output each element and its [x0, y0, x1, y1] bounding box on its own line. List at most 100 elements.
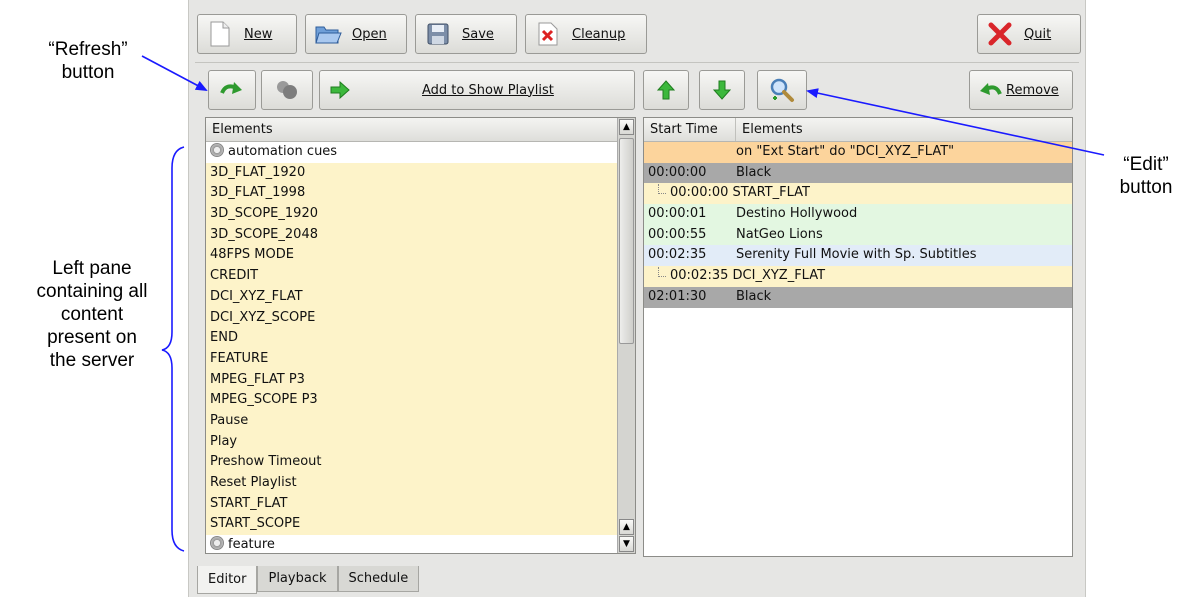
group-icon: [273, 76, 301, 104]
elements-column-header[interactable]: Elements: [736, 118, 1072, 141]
refresh-arrow-icon: [218, 76, 246, 104]
start-time-column-header[interactable]: Start Time: [644, 118, 736, 141]
save-button[interactable]: Save: [415, 14, 517, 54]
move-up-button[interactable]: [643, 70, 689, 110]
element-row[interactable]: 48FPS MODE: [206, 245, 617, 267]
playlist-row[interactable]: 02:01:30 Black: [644, 286, 1072, 308]
playlist-row[interactable]: 00:00:01 Destino Hollywood: [644, 204, 1072, 225]
left-pane-annotation-line1: Left pane: [52, 258, 132, 279]
playlist-row-nested-element: 00:02:35 DCI_XYZ_FLAT: [644, 266, 825, 287]
playlist-editor-window: New Open Save Cleanup Quit Add to Show P…: [188, 0, 1086, 597]
element-row[interactable]: START_FLAT: [206, 493, 617, 515]
playlist-row[interactable]: 00:00:00 START_FLAT: [644, 183, 1072, 205]
playlist-start-time: 02:01:30: [648, 288, 707, 304]
move-down-button[interactable]: [699, 70, 745, 110]
scroll-up-arrow-icon[interactable]: ▲: [619, 519, 634, 535]
refresh-button[interactable]: [208, 70, 256, 110]
edit-button[interactable]: [757, 70, 807, 110]
show-playlist-pane[interactable]: Start Time Elements on "Ext Start" do "D…: [643, 117, 1073, 557]
element-row[interactable]: CREDIT: [206, 266, 617, 287]
tab-schedule[interactable]: Schedule: [337, 566, 420, 592]
quit-x-icon: [986, 20, 1014, 48]
server-elements-pane[interactable]: Elements automation cues 3D_FLAT_1920 3D_F…: [205, 117, 636, 554]
tree-connector-icon: [658, 267, 666, 278]
scroll-up-arrow-icon[interactable]: ▲: [619, 119, 634, 135]
cleanup-label: Cleanup: [572, 26, 626, 42]
add-arrow-icon: [326, 76, 354, 104]
element-label: 3D_FLAT_1998: [210, 185, 306, 201]
element-label: feature: [228, 537, 275, 553]
element-row[interactable]: FEATURE: [206, 348, 617, 370]
element-row[interactable]: START_SCOPE: [206, 514, 617, 536]
element-label: FEATURE: [210, 350, 269, 366]
element-label: Pause: [210, 412, 249, 428]
playlist-element-label: Serenity Full Movie with Sp. Subtitles: [736, 247, 977, 263]
element-row[interactable]: MPEG_FLAT P3: [206, 369, 617, 391]
gear-icon: [210, 143, 224, 157]
playlist-row[interactable]: 00:02:35 Serenity Full Movie with Sp. Sub…: [644, 245, 1072, 267]
playlist-header: Start Time Elements: [644, 118, 1072, 142]
add-to-show-playlist-button[interactable]: Add to Show Playlist: [319, 70, 635, 110]
element-row[interactable]: 3D_FLAT_1920: [206, 162, 617, 184]
playlist-element-label: 00:00:00 START_FLAT: [670, 185, 810, 201]
remove-button[interactable]: Remove: [969, 70, 1073, 110]
element-row[interactable]: 3D_SCOPE_2048: [206, 224, 617, 246]
playlist-element-label: 00:02:35 DCI_XYZ_FLAT: [670, 268, 826, 284]
playlist-row[interactable]: 00:00:00 Black: [644, 162, 1072, 184]
element-label: Reset Playlist: [210, 475, 297, 490]
cleanup-button[interactable]: Cleanup: [525, 14, 647, 54]
playlist-start-time: 00:00:00: [648, 164, 707, 180]
left-pane-annotation-line4: present on: [47, 327, 137, 348]
edit-annotation-line1: “Edit”: [1123, 154, 1169, 175]
left-pane-annotation: Left pane containing all content present…: [14, 257, 170, 372]
element-label: 3D_SCOPE_2048: [210, 226, 318, 242]
element-row[interactable]: Preshow Timeout: [206, 452, 617, 473]
element-row[interactable]: Play: [206, 431, 617, 453]
element-row[interactable]: END: [206, 328, 617, 349]
element-row[interactable]: Reset Playlist: [206, 473, 617, 494]
element-row[interactable]: DCI_XYZ_FLAT: [206, 286, 617, 308]
element-label: START_SCOPE: [210, 516, 301, 532]
playlist-row[interactable]: 00:00:55 NatGeo Lions: [644, 224, 1072, 246]
film-reel-icon: [210, 536, 224, 551]
left-scrollbar[interactable]: ▲ ▲ ▼: [617, 118, 635, 553]
refresh-annotation-line2: button: [61, 62, 115, 83]
scroll-down-arrow-icon[interactable]: ▼: [619, 536, 634, 552]
tab-editor[interactable]: Editor: [197, 566, 258, 594]
left-pane-annotation-line2: containing all: [36, 281, 148, 302]
open-folder-icon: [314, 20, 342, 48]
element-label: 3D_FLAT_1920: [210, 164, 306, 180]
tab-playback[interactable]: Playback: [257, 566, 338, 592]
element-group-row[interactable]: automation cues: [206, 142, 617, 163]
open-button[interactable]: Open: [305, 14, 407, 54]
remove-label: Remove: [1006, 82, 1059, 98]
new-label: New: [244, 26, 273, 42]
toolbar-separator: [195, 62, 1079, 63]
scroll-thumb[interactable]: [619, 138, 634, 344]
element-label: DCI_XYZ_FLAT: [210, 288, 303, 304]
elements-header[interactable]: Elements: [206, 118, 617, 142]
element-row[interactable]: 3D_SCOPE_1920: [206, 204, 617, 225]
quit-button[interactable]: Quit: [977, 14, 1081, 54]
new-button[interactable]: New: [197, 14, 297, 54]
refresh-annotation: “Refresh” button: [28, 38, 148, 84]
element-group-row[interactable]: feature: [206, 535, 617, 553]
refresh-annotation-line1: “Refresh”: [48, 39, 128, 60]
element-label: 48FPS MODE: [210, 247, 294, 263]
playlist-element-label: Black: [736, 164, 772, 180]
magnifier-icon: [768, 76, 796, 104]
group-button[interactable]: [261, 70, 313, 110]
element-label: automation cues: [228, 144, 338, 159]
playlist-row[interactable]: 00:02:35 DCI_XYZ_FLAT: [644, 266, 1072, 287]
element-row[interactable]: DCI_XYZ_SCOPE: [206, 307, 617, 329]
playlist-start-time: [644, 142, 736, 163]
cleanup-icon: [534, 20, 562, 48]
playlist-row[interactable]: on "Ext Start" do "DCI_XYZ_FLAT": [644, 142, 1072, 163]
element-row[interactable]: Pause: [206, 410, 617, 432]
bottom-tab-bar: Editor Playback Schedule: [197, 566, 420, 594]
element-label: MPEG_FLAT P3: [210, 371, 305, 387]
element-label: Preshow Timeout: [210, 454, 322, 470]
add-to-show-playlist-label: Add to Show Playlist: [422, 82, 554, 98]
element-row[interactable]: MPEG_SCOPE P3: [206, 390, 617, 411]
element-row[interactable]: 3D_FLAT_1998: [206, 183, 617, 205]
